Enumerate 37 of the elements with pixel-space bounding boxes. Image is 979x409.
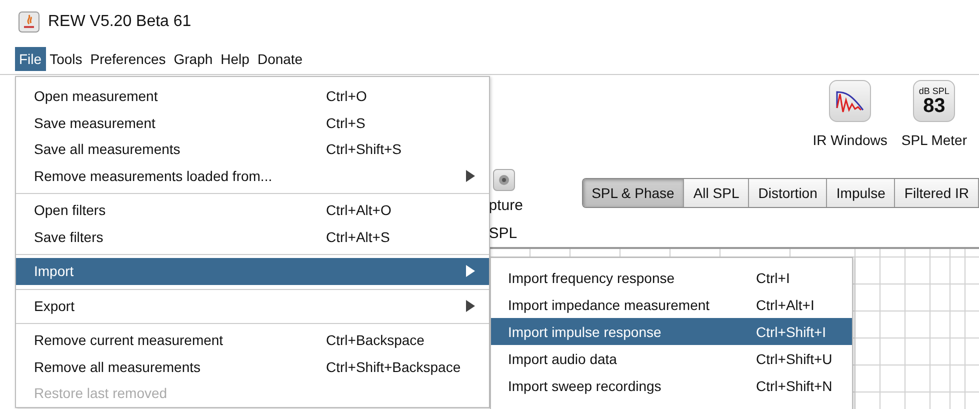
graph-tab[interactable]: SPL & Phase — [582, 179, 684, 207]
menu-entry[interactable]: Import impedance measurement Ctrl+Alt+I — [491, 291, 852, 318]
menu-entry[interactable]: Remove current measurement Ctrl+Backspace — [16, 327, 489, 354]
menu-item[interactable]: Graph — [170, 47, 217, 71]
graph-tab[interactable]: Impulse — [827, 179, 896, 207]
capture-label: pture — [488, 196, 523, 216]
lens-icon — [498, 174, 510, 186]
menu-entry[interactable]: Save filters Ctrl+Alt+S — [16, 224, 489, 250]
menu-item[interactable]: Donate — [253, 47, 307, 71]
menu-entry[interactable]: Save all measurements Ctrl+Shift+S — [16, 136, 489, 162]
menu-entry[interactable]: Import — [16, 258, 489, 284]
submenu-arrow-icon — [465, 170, 475, 182]
menu-entry[interactable]: Save measurement Ctrl+S — [16, 110, 489, 136]
menu-entry[interactable]: Remove all measurements Ctrl+Shift+Backspace — [16, 354, 489, 380]
submenu-arrow-icon — [465, 300, 475, 312]
window-title: REW V5.20 Beta 61 — [48, 13, 192, 31]
menu-item[interactable]: File — [15, 47, 46, 71]
menu-entry[interactable]: Open measurement Ctrl+O — [16, 83, 489, 110]
graph-tab[interactable]: All SPL — [684, 179, 750, 207]
graph-tab[interactable]: Distortion — [749, 179, 828, 207]
menu-entry[interactable]: Import impulse response Ctrl+Shift+I — [491, 318, 852, 345]
menu-item[interactable]: Tools — [46, 47, 86, 71]
menu-entry[interactable]: Import frequency response Ctrl+I — [491, 264, 852, 291]
menu-entry[interactable]: Remove measurements loaded from... — [16, 162, 489, 189]
ir-windows-button[interactable]: IR Windows — [812, 80, 888, 153]
spl-label: SPL — [488, 224, 518, 244]
menu-entry[interactable]: Export — [16, 292, 489, 319]
spl-meter-button[interactable]: dB SPL 83 SPL Meter — [901, 80, 967, 153]
menu-entry[interactable]: Import sweep recordings Ctrl+Shift+N — [491, 372, 852, 399]
app-icon — [18, 11, 40, 33]
menu-item[interactable]: Preferences — [86, 47, 170, 71]
capture-button[interactable] — [492, 169, 515, 191]
graph-tab[interactable]: Filtered IR — [895, 179, 979, 207]
menu-entry[interactable]: Open filters Ctrl+Alt+O — [16, 197, 489, 224]
submenu-arrow-icon — [465, 265, 475, 278]
menu-item[interactable]: Help — [216, 47, 254, 71]
menu-entry[interactable]: Import audio data Ctrl+Shift+U — [491, 345, 852, 372]
